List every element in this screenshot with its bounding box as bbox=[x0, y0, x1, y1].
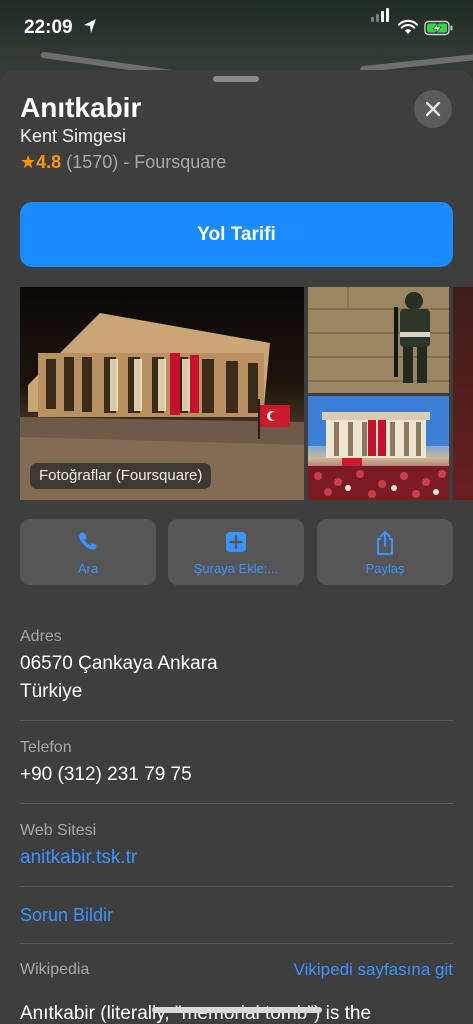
star-icon: ★ bbox=[20, 152, 37, 172]
honor-guard-illustration bbox=[308, 287, 449, 393]
sheet-grabber[interactable] bbox=[213, 76, 259, 82]
photos-source-label[interactable]: Fotoğraflar (Foursquare) bbox=[30, 463, 212, 489]
divider bbox=[20, 886, 453, 887]
address-line-2[interactable]: Türkiye bbox=[20, 681, 82, 703]
directions-button[interactable]: Yol Tarifi bbox=[20, 202, 453, 267]
call-label: Ara bbox=[77, 561, 99, 576]
divider bbox=[20, 943, 453, 944]
wifi-icon bbox=[398, 19, 418, 34]
phone-label: Telefon bbox=[20, 739, 72, 756]
report-issue-link[interactable]: Sorun Bildir bbox=[20, 905, 113, 926]
crowd-illustration bbox=[308, 396, 449, 500]
wikipedia-label: Wikipedia bbox=[20, 961, 90, 978]
divider bbox=[20, 720, 453, 721]
photo-more[interactable] bbox=[453, 287, 473, 500]
address-label: Adres bbox=[20, 628, 62, 645]
home-indicator[interactable] bbox=[152, 1007, 322, 1013]
status-bar: 22:09 bbox=[0, 0, 473, 60]
phone-number[interactable]: +90 (312) 231 79 75 bbox=[20, 764, 192, 786]
photo-gallery[interactable]: Fotoğraflar (Foursquare) bbox=[20, 287, 473, 500]
photo-honor-guard[interactable] bbox=[308, 287, 449, 393]
divider bbox=[20, 803, 453, 804]
battery-charging-icon bbox=[424, 20, 453, 36]
status-time: 22:09 bbox=[24, 17, 73, 38]
location-arrow-icon bbox=[84, 19, 96, 33]
share-icon bbox=[377, 531, 393, 555]
plus-square-icon bbox=[226, 532, 246, 552]
place-title: Anıtkabir bbox=[20, 92, 142, 123]
add-to-button[interactable]: Şuraya Ekle:... bbox=[168, 519, 304, 585]
place-card[interactable]: Anıtkabir Kent Simgesi ★4.8 (1570) - Fou… bbox=[0, 70, 473, 1024]
close-button[interactable] bbox=[414, 90, 452, 128]
call-button[interactable]: Ara bbox=[20, 519, 156, 585]
rating-count: (1570) bbox=[66, 152, 119, 172]
rating-score: 4.8 bbox=[36, 152, 62, 172]
rating-source: - Foursquare bbox=[123, 152, 227, 172]
close-icon bbox=[425, 101, 441, 117]
rating-row: ★4.8 (1570) - Foursquare bbox=[20, 152, 226, 173]
website-link[interactable]: anitkabir.tsk.tr bbox=[20, 847, 137, 869]
website-label: Web Sitesi bbox=[20, 822, 97, 839]
address-line-1[interactable]: 06570 Çankaya Ankara bbox=[20, 653, 218, 675]
share-label: Paylaş bbox=[365, 561, 405, 576]
phone-icon bbox=[79, 532, 97, 550]
wikipedia-link[interactable]: Vikipedi sayfasına git bbox=[294, 960, 453, 980]
place-category: Kent Simgesi bbox=[20, 126, 127, 146]
share-button[interactable]: Paylaş bbox=[317, 519, 453, 585]
photo-crowd-flags[interactable] bbox=[308, 396, 449, 500]
add-to-label: Şuraya Ekle:... bbox=[193, 561, 279, 576]
